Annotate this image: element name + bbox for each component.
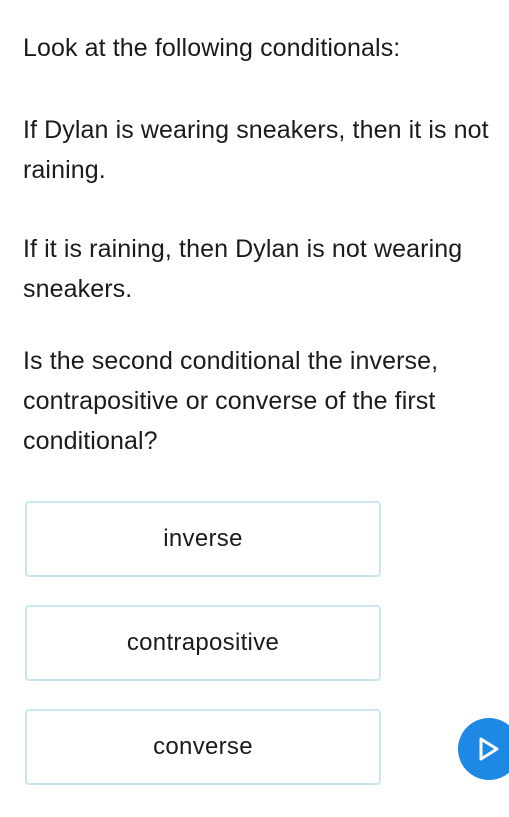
answer-option-label: inverse xyxy=(163,525,243,552)
question-intro: Look at the following conditionals: xyxy=(23,34,401,62)
next-button[interactable] xyxy=(458,718,509,780)
answer-option-label: contrapositive xyxy=(126,629,280,656)
play-triangle-icon xyxy=(479,737,499,761)
answer-option-converse[interactable]: converse xyxy=(25,709,381,785)
answer-option-contrapositive[interactable]: contrapositive xyxy=(25,605,381,681)
question-prompt: Is the second conditional the inverse, c… xyxy=(23,347,439,455)
answer-option-label: converse xyxy=(153,733,253,760)
conditional-statement-1: If Dylan is wearing sneakers, then it is… xyxy=(23,116,489,184)
answer-option-inverse[interactable]: inverse xyxy=(25,501,381,577)
conditional-statement-2: If it is raining, then Dylan is not wear… xyxy=(23,235,463,303)
